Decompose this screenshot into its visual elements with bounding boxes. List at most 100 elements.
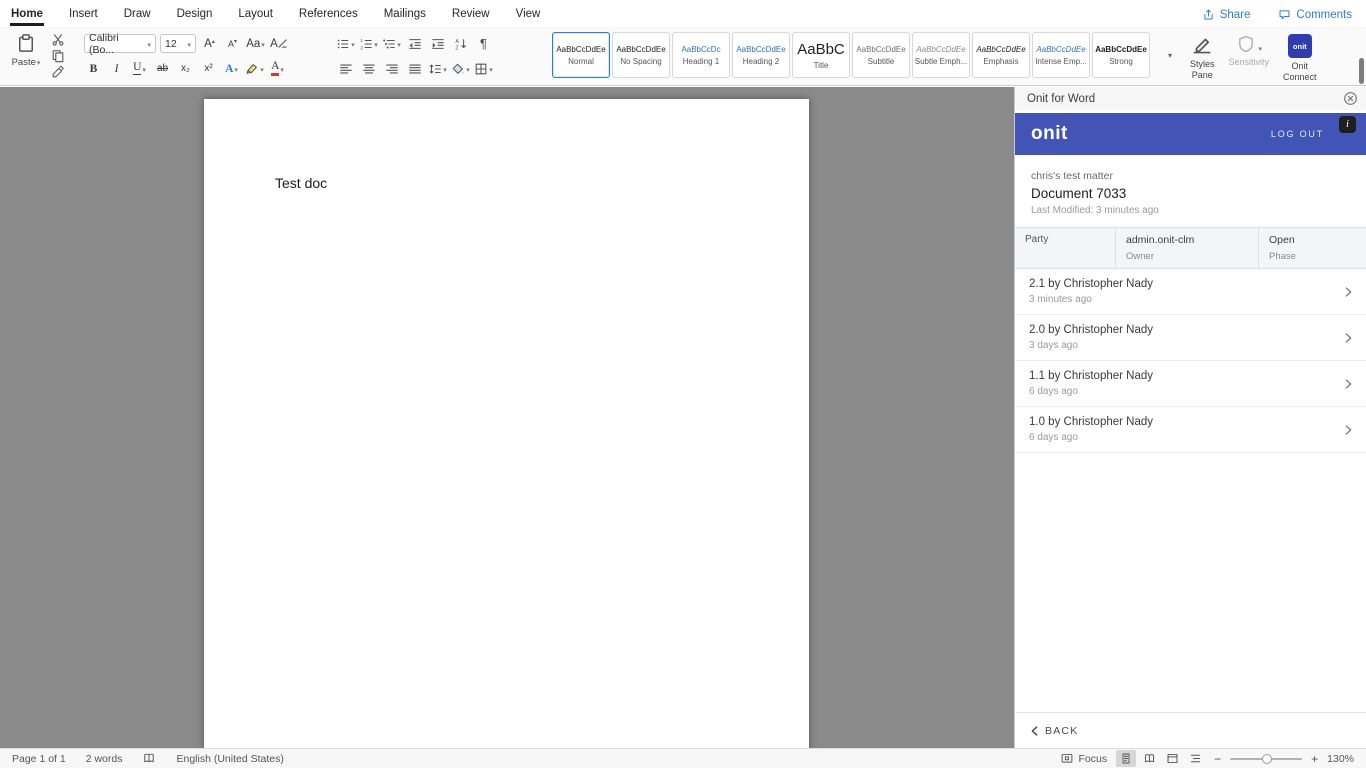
menubar: Home Insert Draw Design Layout Reference… [0, 0, 1366, 26]
phase-value: Open [1269, 234, 1295, 246]
subscript-button[interactable]: x₂ [176, 59, 195, 78]
style-normal[interactable]: AaBbCcDdEe Normal [552, 32, 610, 78]
zoom-slider[interactable] [1230, 753, 1303, 764]
style-heading-2[interactable]: AaBbCcDdEe Heading 2 [732, 32, 790, 78]
tab-draw[interactable]: Draw [123, 2, 152, 26]
style-heading-1[interactable]: AaBbCcDc Heading 1 [672, 32, 730, 78]
zoom-level[interactable]: 130% [1327, 753, 1354, 765]
change-case-button[interactable]: Aa [246, 34, 265, 53]
justify-button[interactable] [405, 59, 424, 78]
read-mode-view-button[interactable] [1139, 750, 1159, 767]
underline-button[interactable]: U [130, 59, 149, 78]
web-layout-view-button[interactable] [1162, 750, 1182, 767]
onit-banner: onit LOG OUT i [1015, 113, 1366, 155]
bold-button[interactable]: B [84, 59, 103, 78]
cut-icon[interactable] [51, 33, 65, 47]
align-right-button[interactable] [382, 59, 401, 78]
decrease-indent-button[interactable] [405, 34, 424, 53]
tab-view[interactable]: View [515, 2, 542, 26]
clipboard-mini-buttons [51, 29, 65, 85]
version-row[interactable]: 2.1 by Christopher Nady 3 minutes ago [1015, 269, 1366, 315]
shrink-font-arrow-icon [234, 38, 237, 50]
proofing-book-icon[interactable] [142, 752, 156, 765]
page-count[interactable]: Page 1 of 1 [12, 753, 66, 765]
increase-indent-button[interactable] [428, 34, 447, 53]
style-no-spacing[interactable]: AaBbCcDdEe No Spacing [612, 32, 670, 78]
tab-review[interactable]: Review [451, 2, 491, 26]
tab-references[interactable]: References [298, 2, 359, 26]
multilevel-list-icon [383, 39, 396, 48]
shading-button[interactable] [451, 59, 470, 78]
sensitivity-button[interactable]: Sensitivity [1229, 29, 1269, 68]
numbering-icon: 12 [361, 38, 373, 51]
zoom-slider-thumb[interactable] [1262, 753, 1273, 764]
style-strong[interactable]: AaBbCcDdEe Strong [1092, 32, 1150, 78]
highlight-button[interactable] [245, 59, 264, 78]
document-text[interactable]: Test doc [275, 175, 327, 191]
paragraph-row-1: 12 AZ ¶ [336, 34, 538, 53]
tab-home[interactable]: Home [10, 2, 44, 26]
font-size-select[interactable]: 12 [160, 34, 196, 53]
onit-connect-button[interactable]: onit Onit Connect [1283, 29, 1317, 83]
grow-font-arrow-icon [212, 38, 215, 50]
superscript-button[interactable]: x² [199, 59, 218, 78]
font-name-select[interactable]: Calibri (Bo... [84, 32, 156, 56]
close-panel-icon[interactable] [1343, 91, 1358, 106]
line-spacing-caret-icon [442, 63, 447, 75]
style-intense-emphasis[interactable]: AaBbCcDdEe Intense Emp... [1032, 32, 1090, 78]
tab-layout[interactable]: Layout [237, 2, 274, 26]
comments-button[interactable]: Comments [1278, 8, 1352, 21]
shrink-font-button[interactable]: A [223, 34, 242, 53]
info-button[interactable]: i [1339, 116, 1356, 133]
style-emphasis[interactable]: AaBbCcDdEe Emphasis [972, 32, 1030, 78]
tab-design[interactable]: Design [176, 2, 214, 26]
numbering-caret-icon [373, 38, 378, 50]
multilevel-list-button[interactable] [382, 34, 401, 53]
document-page[interactable]: Test doc [204, 99, 809, 748]
text-effects-button[interactable]: A [222, 59, 241, 78]
sort-button[interactable]: AZ [451, 34, 470, 53]
onit-banner-logo: onit [1031, 123, 1068, 144]
logout-button[interactable]: LOG OUT [1271, 129, 1324, 139]
zoom-out-button[interactable]: − [1214, 752, 1221, 766]
strikethrough-button[interactable]: ab [153, 59, 172, 78]
font-color-button[interactable]: A [268, 59, 287, 78]
text-effects-caret-icon [233, 63, 238, 75]
styles-pane-button[interactable]: Styles Pane [1190, 29, 1215, 81]
style-subtitle[interactable]: AaBbCcDdEe Subtitle [852, 32, 910, 78]
sensitivity-caret-icon [1258, 43, 1263, 54]
numbering-button[interactable]: 12 [359, 34, 378, 53]
align-center-button[interactable] [359, 59, 378, 78]
vertical-scrollbar-thumb[interactable] [1359, 58, 1364, 84]
line-spacing-button[interactable] [428, 59, 447, 78]
align-left-button[interactable] [336, 59, 355, 78]
clear-formatting-button[interactable]: A [269, 34, 288, 53]
bullets-button[interactable] [336, 34, 355, 53]
zoom-in-button[interactable]: + [1311, 752, 1318, 766]
language-selector[interactable]: English (United States) [176, 753, 283, 765]
format-painter-icon[interactable] [51, 65, 65, 79]
show-paragraph-marks-button[interactable]: ¶ [474, 34, 493, 53]
tab-insert[interactable]: Insert [68, 2, 99, 26]
style-subtle-emphasis[interactable]: AaBbCcDdEe Subtle Emph... [912, 32, 970, 78]
paste-button[interactable]: Paste [8, 29, 44, 85]
borders-button[interactable] [474, 59, 493, 78]
italic-button[interactable]: I [107, 59, 126, 78]
styles-gallery-more-button[interactable] [1164, 32, 1176, 78]
word-count[interactable]: 2 words [86, 753, 123, 765]
highlighter-icon [246, 63, 258, 74]
svg-text:Z: Z [455, 45, 459, 50]
share-button[interactable]: Share [1202, 8, 1250, 21]
back-button[interactable]: BACK [1015, 712, 1366, 748]
print-layout-view-button[interactable] [1116, 750, 1137, 767]
version-row[interactable]: 1.1 by Christopher Nady 6 days ago [1015, 361, 1366, 407]
version-row[interactable]: 2.0 by Christopher Nady 3 days ago [1015, 315, 1366, 361]
grow-font-button[interactable]: A [200, 34, 219, 53]
style-title[interactable]: AaBbC Title [792, 32, 850, 78]
tab-mailings[interactable]: Mailings [383, 2, 427, 26]
copy-icon[interactable] [51, 49, 65, 63]
outline-view-button[interactable] [1185, 750, 1205, 767]
align-right-icon [385, 64, 398, 73]
focus-button[interactable]: Focus [1060, 752, 1107, 765]
version-row[interactable]: 1.0 by Christopher Nady 6 days ago [1015, 407, 1366, 453]
